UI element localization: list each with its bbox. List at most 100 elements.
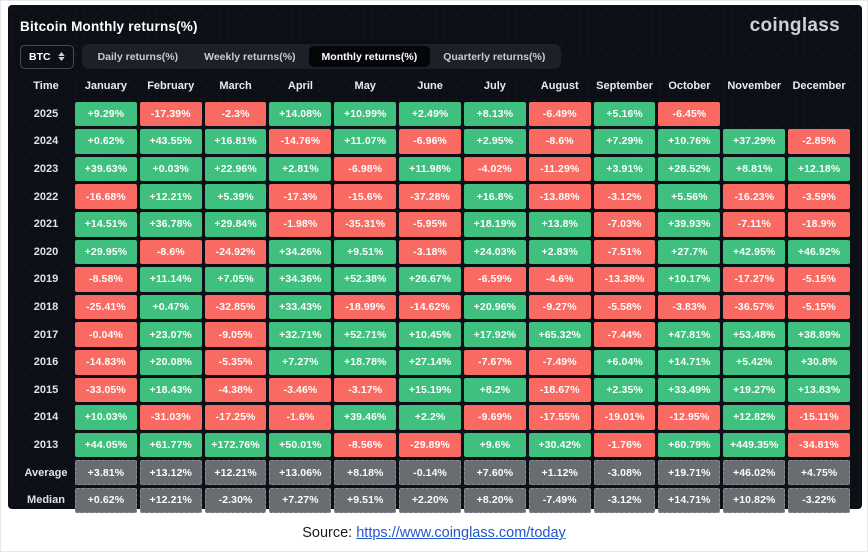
return-cell: +11.98% (399, 157, 461, 182)
return-cell: -1.98% (269, 212, 331, 237)
column-header-month: April (269, 74, 331, 99)
return-cell: -5.35% (205, 350, 267, 375)
tab-weekly-returns[interactable]: Weekly returns(%) (191, 46, 308, 67)
return-cell: -18.9% (788, 212, 850, 237)
return-cell: +9.29% (75, 102, 137, 127)
return-cell: -24.92% (205, 240, 267, 265)
return-cell: +13.83% (788, 378, 850, 403)
return-cell: -16.68% (75, 184, 137, 209)
return-cell: +14.71% (658, 350, 720, 375)
return-cell: +11.14% (140, 267, 202, 292)
column-header-month: June (399, 74, 461, 99)
return-cell: +26.67% (399, 267, 461, 292)
return-cell: +7.27% (269, 350, 331, 375)
return-cell: +14.71% (658, 488, 720, 513)
tab-daily-returns[interactable]: Daily returns(%) (85, 46, 192, 67)
column-header-month: February (140, 74, 202, 99)
return-cell: -12.95% (658, 405, 720, 430)
return-cell: -3.83% (658, 295, 720, 320)
return-cell: +46.02% (723, 460, 785, 485)
return-cell: +16.81% (205, 129, 267, 154)
return-cell: -9.27% (529, 295, 591, 320)
row-label: 2019 (20, 267, 72, 292)
return-cell: +12.21% (205, 460, 267, 485)
return-cell: -8.6% (529, 129, 591, 154)
return-cell: -15.6% (334, 184, 396, 209)
return-cell: -5.58% (594, 295, 656, 320)
return-cell: -5.15% (788, 267, 850, 292)
column-header-month: July (464, 74, 526, 99)
return-cell: -1.6% (269, 405, 331, 430)
source-link[interactable]: https://www.coinglass.com/today (356, 525, 566, 541)
return-cell: +18.43% (140, 378, 202, 403)
return-cell: +19.27% (723, 378, 785, 403)
return-cell: +46.92% (788, 240, 850, 265)
toolbar: BTC Daily returns(%) Weekly returns(%) M… (20, 44, 850, 69)
return-cell: -3.59% (788, 184, 850, 209)
return-cell: -17.3% (269, 184, 331, 209)
row-label: 2018 (20, 295, 72, 320)
row-label: 2016 (20, 350, 72, 375)
return-cell (788, 102, 850, 127)
row-label: 2017 (20, 322, 72, 347)
coin-selector-label: BTC (29, 51, 51, 63)
column-header-month: January (75, 74, 137, 99)
returns-panel: Bitcoin Monthly returns(%) coinglass BTC… (8, 5, 862, 509)
return-cell: +3.81% (75, 460, 137, 485)
return-cell: -18.67% (529, 378, 591, 403)
return-cell: -7.51% (594, 240, 656, 265)
return-cell: +15.19% (399, 378, 461, 403)
return-cell: +16.8% (464, 184, 526, 209)
return-cell: +37.29% (723, 129, 785, 154)
return-cell: +14.08% (269, 102, 331, 127)
column-header-month: October (658, 74, 720, 99)
return-cell: +9.51% (334, 488, 396, 513)
return-cell: +0.62% (75, 129, 137, 154)
row-label: 2015 (20, 378, 72, 403)
row-label: 2022 (20, 184, 72, 209)
column-header-month: May (334, 74, 396, 99)
return-cell: +2.35% (594, 378, 656, 403)
return-cell: +12.21% (140, 184, 202, 209)
return-cell (723, 102, 785, 127)
tab-quarterly-returns[interactable]: Quarterly returns(%) (430, 46, 558, 67)
return-cell: +2.95% (464, 129, 526, 154)
return-cell: -13.38% (594, 267, 656, 292)
return-cell: +18.19% (464, 212, 526, 237)
return-cell: -18.99% (334, 295, 396, 320)
return-cell: -25.41% (75, 295, 137, 320)
return-cell: -17.25% (205, 405, 267, 430)
return-cell: -4.6% (529, 267, 591, 292)
return-cell: +7.29% (594, 129, 656, 154)
return-cell: -4.38% (205, 378, 267, 403)
row-label: Median (20, 488, 72, 513)
return-cell: +14.51% (75, 212, 137, 237)
return-cell: +52.71% (334, 322, 396, 347)
return-cell: -8.56% (334, 433, 396, 458)
return-cell: +34.26% (269, 240, 331, 265)
source-label: Source: (302, 525, 352, 541)
returns-table: TimeJanuaryFebruaryMarchAprilMayJuneJuly… (20, 74, 850, 513)
return-cell: +8.81% (723, 157, 785, 182)
return-cell: +47.81% (658, 322, 720, 347)
return-cell: +5.16% (594, 102, 656, 127)
tab-monthly-returns[interactable]: Monthly returns(%) (309, 46, 431, 67)
return-cell: +2.49% (399, 102, 461, 127)
return-cell: +39.93% (658, 212, 720, 237)
return-cell: +8.13% (464, 102, 526, 127)
return-cell: -5.15% (788, 295, 850, 320)
return-cell: +10.99% (334, 102, 396, 127)
return-cell: +12.82% (723, 405, 785, 430)
tab-bar: Daily returns(%) Weekly returns(%) Month… (82, 44, 562, 69)
return-cell: +42.95% (723, 240, 785, 265)
return-cell: -1.76% (594, 433, 656, 458)
row-label: 2023 (20, 157, 72, 182)
return-cell: -17.39% (140, 102, 202, 127)
updown-arrows-icon (58, 52, 65, 61)
return-cell: -16.23% (723, 184, 785, 209)
return-cell: +20.08% (140, 350, 202, 375)
return-cell: +27.14% (399, 350, 461, 375)
return-cell: -3.12% (594, 488, 656, 513)
coin-selector[interactable]: BTC (20, 45, 74, 69)
return-cell: -3.12% (594, 184, 656, 209)
